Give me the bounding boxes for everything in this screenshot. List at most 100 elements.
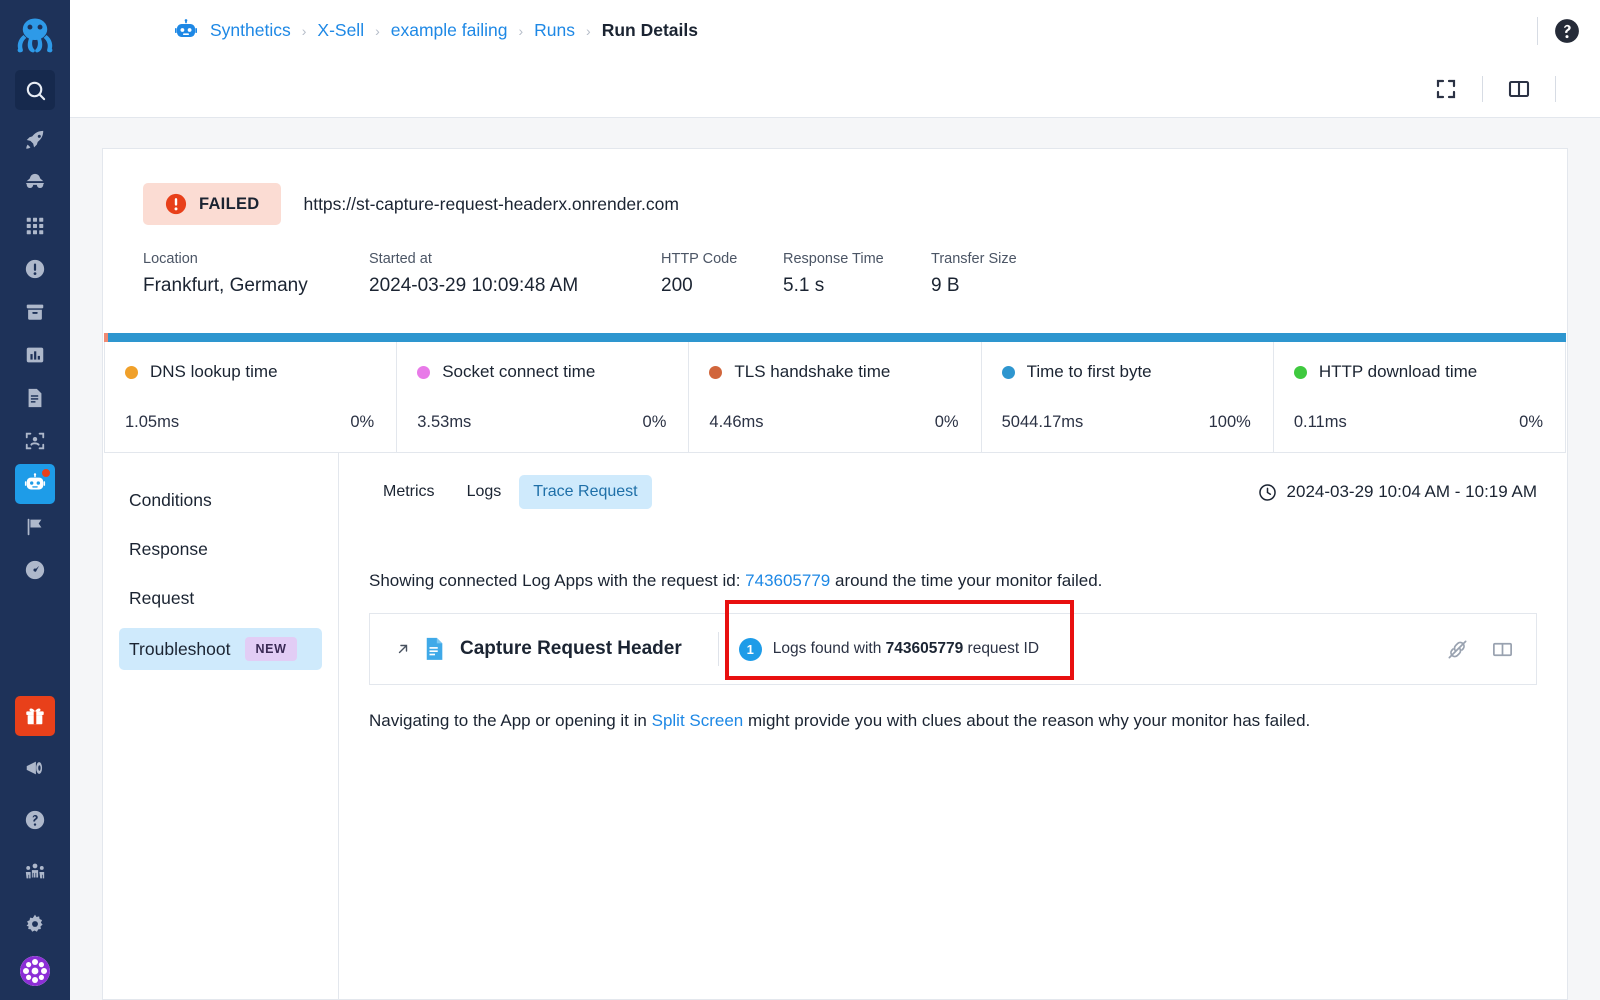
timing-percent: 0% — [1519, 413, 1544, 431]
avatar[interactable] — [20, 956, 50, 986]
sidebar-item-performance[interactable] — [15, 550, 55, 590]
timing-percent: 0% — [642, 413, 667, 431]
timing-percent: 100% — [1208, 413, 1251, 431]
sidebar-item-response[interactable]: Response — [119, 530, 322, 569]
sidebar-item-metrics[interactable] — [15, 335, 55, 375]
fact-value: 2024-03-29 10:09:48 AM — [369, 275, 579, 296]
arrow-up-right-icon[interactable] — [396, 642, 410, 656]
logs-found-group: 1 Logs found with 743605779 request ID — [738, 637, 1039, 661]
breadcrumb-item-synthetics[interactable]: Synthetics — [210, 20, 291, 41]
rocket-icon — [24, 129, 46, 151]
time-range-picker[interactable]: 2024-03-29 10:04 AM - 10:19 AM — [1258, 482, 1537, 502]
status-badge-label: FAILED — [199, 194, 260, 213]
sidebar-item-logs[interactable] — [15, 378, 55, 418]
tab-trace-request[interactable]: Trace Request — [519, 475, 652, 509]
alert-circle-icon — [24, 258, 46, 280]
divider — [1482, 76, 1483, 102]
breadcrumb-item-runs[interactable]: Runs — [534, 20, 575, 41]
topbar-actions — [1521, 16, 1580, 45]
help-circle-icon[interactable] — [1554, 18, 1580, 44]
sidebar-item-whats-new[interactable] — [15, 696, 55, 736]
bar-chart-icon — [24, 344, 46, 366]
sidebar-item-help[interactable] — [15, 800, 55, 840]
gauge-icon — [24, 559, 46, 581]
sidebar-item-apps[interactable] — [15, 206, 55, 246]
lead-text-after: around the time your monitor failed. — [834, 571, 1103, 590]
grid-icon — [24, 215, 46, 237]
sidebar-item-synthetics[interactable] — [15, 464, 55, 504]
timing-label: Socket connect time — [442, 362, 596, 381]
timing-label: HTTP download time — [1318, 362, 1478, 381]
sidebar-item-detective[interactable] — [15, 163, 55, 203]
divider — [717, 632, 719, 666]
split-view-button[interactable] — [1503, 73, 1535, 105]
timing-label: Time to first byte — [1026, 362, 1152, 381]
megaphone-icon — [24, 757, 46, 779]
tab-metrics[interactable]: Metrics — [369, 475, 449, 509]
fact-started-at: Started at 2024-03-29 10:09:48 AM — [369, 251, 661, 297]
sidebar-item-flags[interactable] — [15, 507, 55, 547]
archive-icon — [24, 301, 46, 323]
sidebar-item-troubleshoot[interactable]: Troubleshoot NEW — [119, 628, 322, 670]
sidebar-item-search[interactable] — [15, 70, 55, 110]
fullscreen-button[interactable] — [1430, 73, 1462, 105]
sidebar-item-announcements[interactable] — [15, 748, 55, 788]
new-badge: NEW — [244, 637, 298, 661]
breadcrumb-item-run-details: Run Details — [601, 20, 698, 40]
octopus-logo[interactable] — [0, 0, 70, 70]
timing-cells: DNS lookup time 1.05ms 0% Socket connect… — [104, 342, 1566, 453]
accent-segment-ttfb — [108, 333, 1566, 342]
monitor-url: https://st-capture-request-headerx.onren… — [303, 193, 679, 214]
fact-value: 200 — [661, 275, 693, 296]
sidebar-item-conditions[interactable]: Conditions — [119, 481, 322, 520]
timing-value: 5044.17ms — [1001, 413, 1084, 431]
pane-header: Metrics Logs Trace Request 2024-03-29 10… — [369, 475, 1537, 509]
main-area: Synthetics › X-Sell › example failing › … — [70, 0, 1600, 1000]
fact-response-time: Response Time 5.1 s — [783, 251, 931, 297]
content-area: FAILED https://st-capture-request-header… — [70, 118, 1600, 1000]
sidebar-item-request[interactable]: Request — [119, 579, 322, 618]
sidebar-item-rocket[interactable] — [15, 120, 55, 160]
fact-value: 5.1 s — [783, 275, 825, 296]
breadcrumb-item-x-sell[interactable]: X-Sell — [317, 20, 364, 41]
lead-text-before: Showing connected Log Apps with the requ… — [369, 571, 741, 590]
tab-logs[interactable]: Logs — [453, 475, 516, 509]
gift-icon — [24, 705, 46, 727]
trace-tail-text: Navigating to the App or opening it in S… — [369, 711, 1537, 731]
flag-icon — [24, 516, 46, 538]
split-panel-icon[interactable] — [1491, 638, 1514, 661]
sidebar-item-label: Conditions — [129, 490, 212, 510]
lower-section: Conditions Response Request Troubleshoot… — [103, 453, 1567, 999]
fact-label: Response Time — [783, 251, 884, 267]
timing-cell-foot: 1.05ms 0% — [125, 413, 374, 432]
logs-text-before: Logs found with — [772, 640, 882, 657]
fact-http-code: HTTP Code 200 — [661, 251, 783, 297]
breadcrumb-item-example-failing[interactable]: example failing — [391, 20, 508, 41]
timing-cell-tls: TLS handshake time 4.46ms 0% — [689, 342, 982, 452]
sidebar-item-alerts[interactable] — [15, 249, 55, 289]
sidebar-item-settings[interactable] — [15, 904, 55, 944]
broken-link-icon[interactable] — [1446, 638, 1469, 661]
timing-value: 0.11ms — [1293, 413, 1347, 431]
breadcrumb: Synthetics › X-Sell › example failing › … — [174, 18, 1521, 43]
log-app-card[interactable]: Capture Request Header 1 Logs found with… — [369, 613, 1537, 685]
robot-icon — [174, 18, 198, 43]
fact-label: HTTP Code — [661, 251, 738, 267]
timing-percent: 0% — [934, 413, 959, 431]
sidebar-item-team[interactable] — [15, 852, 55, 892]
timing-cell-foot: 4.46ms 0% — [709, 413, 958, 432]
split-screen-link[interactable]: Split Screen — [652, 711, 744, 730]
run-details-panel: FAILED https://st-capture-request-header… — [102, 148, 1568, 1000]
sidebar-item-rum[interactable] — [15, 421, 55, 461]
sidebar-item-archive[interactable] — [15, 292, 55, 332]
timing-cell-head: Socket connect time — [417, 362, 666, 382]
sidebar-item-label: Troubleshoot — [129, 638, 231, 659]
sidebar-item-label: Response — [129, 539, 208, 559]
log-app-card-actions — [1446, 638, 1514, 661]
timing-cell-head: TLS handshake time — [709, 362, 958, 382]
timing-cell-socket: Socket connect time 3.53ms 0% — [397, 342, 690, 452]
request-id-link[interactable]: 743605779 — [745, 571, 830, 590]
legend-dot-tls — [709, 365, 723, 379]
logs-count-badge: 1 — [738, 637, 762, 661]
timing-accent-bar — [104, 333, 1566, 342]
